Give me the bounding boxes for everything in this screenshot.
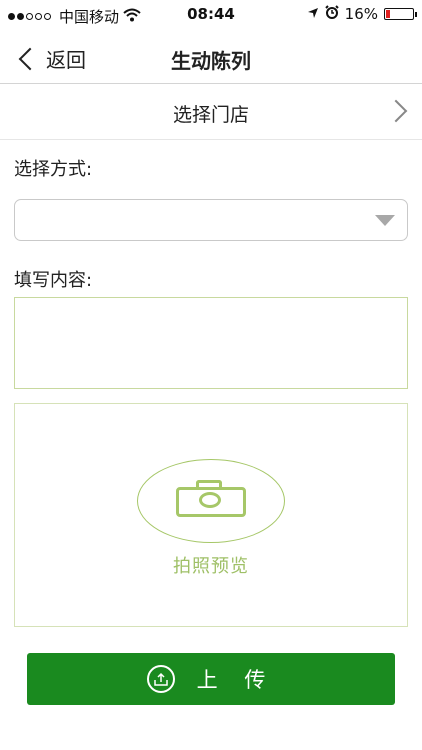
back-button[interactable]: 返回	[16, 44, 86, 73]
upload-label: 上 传	[196, 668, 276, 692]
status-right: 16%	[307, 5, 417, 23]
upload-icon	[146, 665, 175, 693]
alarm-icon	[324, 5, 339, 23]
camera-circle[interactable]	[137, 459, 285, 543]
battery-fill	[386, 10, 390, 18]
back-label: 返回	[46, 48, 86, 72]
nav-bar: 返回 生动陈列	[0, 30, 422, 84]
method-label: 选择方式:	[14, 159, 93, 180]
select-store-row[interactable]: 选择门店	[0, 85, 422, 140]
status-bar: 中国移动 08:44 16%	[0, 0, 422, 30]
camera-lens-icon	[199, 492, 221, 508]
battery-icon	[384, 8, 417, 20]
location-icon	[307, 5, 319, 23]
upload-button[interactable]: 上 传	[27, 653, 395, 705]
chevron-left-icon	[18, 47, 42, 70]
photo-preview-area[interactable]: 拍照预览	[14, 403, 408, 627]
photo-preview-label: 拍照预览	[173, 556, 249, 577]
content-label: 填写内容:	[14, 270, 93, 291]
dropdown-arrow-icon	[375, 215, 395, 226]
select-store-label: 选择门店	[172, 104, 249, 126]
method-select[interactable]	[14, 199, 408, 241]
content-textarea[interactable]	[14, 297, 408, 389]
battery-percent: 16%	[344, 5, 378, 23]
